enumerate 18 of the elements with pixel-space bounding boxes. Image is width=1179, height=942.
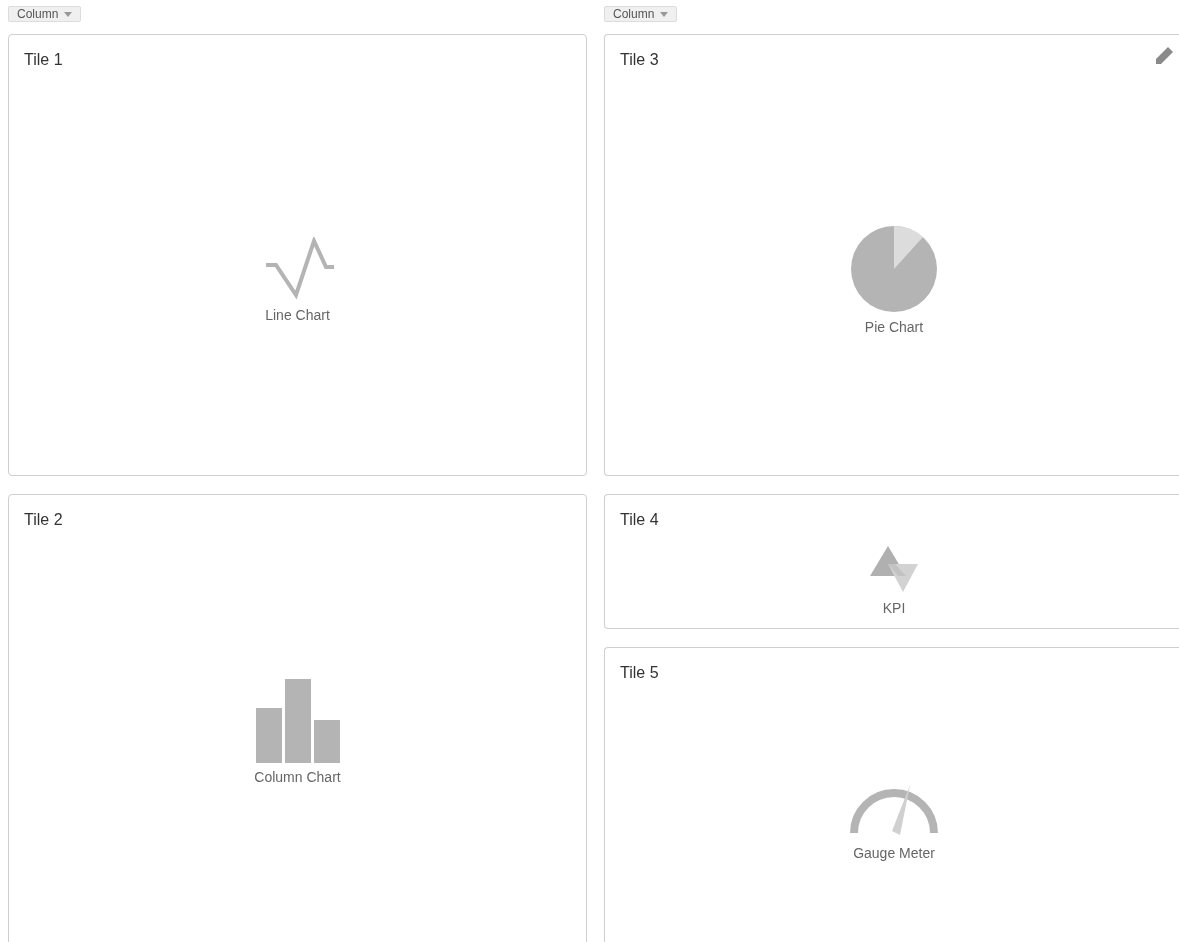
column-menu-button[interactable]: Column xyxy=(8,6,82,22)
pencil-icon[interactable] xyxy=(1153,45,1175,67)
kpi-icon xyxy=(868,545,920,594)
tile-title: Tile 2 xyxy=(23,510,63,530)
tile-title: Tile 5 xyxy=(619,663,659,683)
chart-type-label: Pie Chart xyxy=(864,319,924,335)
caret-icon xyxy=(660,11,669,17)
chart-type-label: KPI xyxy=(882,599,906,616)
chart-type-label: Gauge Meter xyxy=(853,845,935,861)
column-chart-icon xyxy=(255,679,340,763)
chart-type-label: Column Chart xyxy=(254,769,341,785)
pie-chart-icon xyxy=(850,225,938,313)
tile-title: Tile 3 xyxy=(619,50,659,70)
tile-title: Tile 4 xyxy=(619,510,659,530)
chart-type-label: Line Chart xyxy=(265,307,330,323)
tile-title: Tile 1 xyxy=(23,50,63,70)
caret-icon xyxy=(64,11,73,17)
column-menu-button[interactable]: Column xyxy=(604,6,678,22)
